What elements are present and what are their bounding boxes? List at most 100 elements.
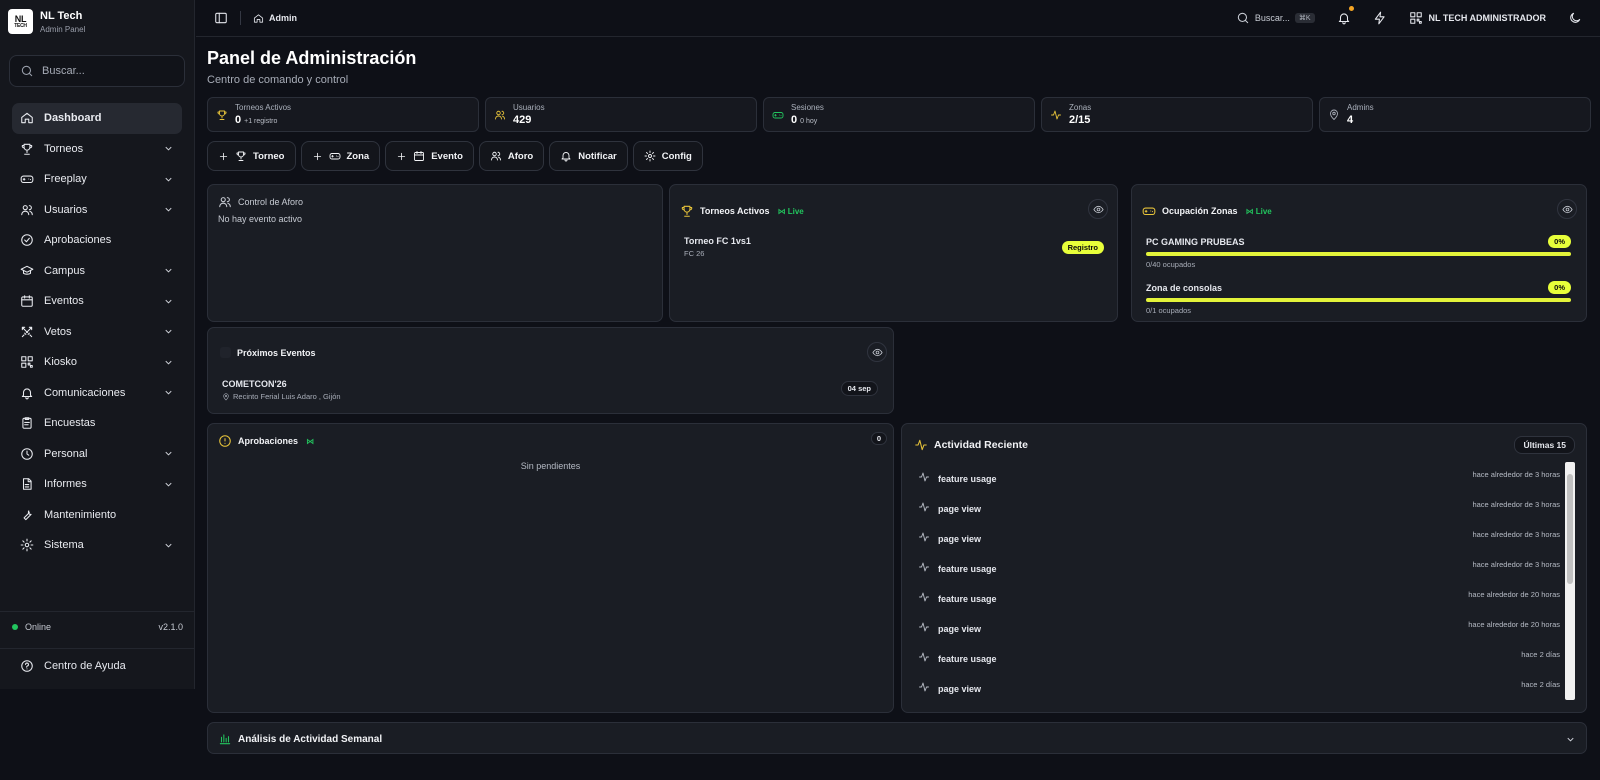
chevron-down-icon[interactable] <box>163 357 174 368</box>
sidebar-item-kiosko[interactable]: Kiosko <box>12 347 182 378</box>
activity-icon <box>919 622 929 632</box>
sidebar-item-label: Eventos <box>44 295 84 308</box>
users-icon <box>219 197 231 208</box>
sidebar-item-usuarios[interactable]: Usuarios <box>12 195 182 226</box>
activity-name: page view <box>938 534 982 544</box>
event-item[interactable]: COMETCON'26 Recinto Ferial Luis Adaro , … <box>222 379 341 401</box>
activity-item[interactable]: feature usage hace alrededor de 3 horas <box>902 462 1586 492</box>
alert-circle-icon <box>219 435 231 447</box>
torneo-item[interactable]: Torneo FC 1vs1 FC 26 <box>684 236 751 258</box>
sidebar-item-eventos[interactable]: Eventos <box>12 286 182 317</box>
quick-actions: Torneo Zona Evento Aforo Notificar Config <box>207 141 703 171</box>
chevron-down-icon[interactable] <box>1565 734 1576 745</box>
bell-icon <box>21 388 33 400</box>
actividad-card: Actividad Reciente Últimas 15 feature us… <box>901 423 1587 713</box>
activity-item[interactable]: page view hace 2 días <box>902 672 1586 702</box>
action-label: Torneo <box>253 150 285 162</box>
sidebar-item-comunicaciones[interactable]: Comunicaciones <box>12 378 182 409</box>
stat-card[interactable]: Sesiones 00 hoy <box>763 97 1035 132</box>
chevron-down-icon[interactable] <box>163 174 174 185</box>
sidebar-item-dashboard[interactable]: Dashboard <box>12 103 182 134</box>
sidebar-search-input[interactable] <box>42 65 162 77</box>
activity-item[interactable]: page view hace alrededor de 20 horas <box>902 612 1586 642</box>
brand[interactable]: NL TECH NL Tech Admin Panel <box>8 9 85 34</box>
status-text: Online <box>25 622 52 632</box>
eventos-title: Próximos Eventos <box>237 347 316 358</box>
chevron-down-icon[interactable] <box>163 204 174 215</box>
chevron-down-icon[interactable] <box>163 540 174 551</box>
clock-icon <box>21 447 33 460</box>
action-torneo-button[interactable]: Torneo <box>207 141 296 171</box>
breadcrumb[interactable]: Admin <box>253 13 297 24</box>
sidebar-item-mantenimiento[interactable]: Mantenimiento <box>12 500 182 531</box>
view-zonas-button[interactable] <box>1557 199 1577 219</box>
activity-item[interactable]: page view hace alrededor de 3 horas <box>902 492 1586 522</box>
sidebar-item-personal[interactable]: Personal <box>12 439 182 470</box>
view-eventos-button[interactable] <box>867 342 887 362</box>
stat-label: Sesiones <box>791 103 824 112</box>
action-label: Aforo <box>507 150 534 162</box>
stat-card[interactable]: Admins 4 <box>1319 97 1591 132</box>
sidebar-item-informes[interactable]: Informes <box>12 469 182 500</box>
map-pin-icon <box>223 392 229 400</box>
help-center-link[interactable]: Centro de Ayuda <box>0 648 195 683</box>
notifications-button[interactable] <box>1337 6 1354 25</box>
analisis-card[interactable]: Análisis de Actividad Semanal <box>207 722 1587 754</box>
zap-icon[interactable] <box>1373 11 1387 25</box>
activity-item[interactable]: feature usage hace alrededor de 3 horas <box>902 552 1586 582</box>
scrollbar-thumb[interactable] <box>1567 474 1573 584</box>
event-location: Recinto Ferial Luis Adaro , Gijón <box>222 392 341 401</box>
activity-item[interactable]: feature usage hace alrededor de 20 horas <box>902 582 1586 612</box>
chevron-down-icon[interactable] <box>163 387 174 398</box>
sidebar-item-campus[interactable]: Campus <box>12 256 182 287</box>
chevron-down-icon[interactable] <box>163 265 174 276</box>
stat-card[interactable]: Torneos Activos 0 +1 registro <box>207 97 479 132</box>
trophy-icon <box>236 151 246 161</box>
chevron-down-icon[interactable] <box>163 143 174 154</box>
chevron-down-icon[interactable] <box>163 326 174 337</box>
zone-percent-badge: 0% <box>1548 281 1571 294</box>
chevron-down-icon[interactable] <box>163 448 174 459</box>
bar-chart-icon <box>219 734 231 745</box>
trophy-icon <box>217 110 227 120</box>
moon-icon[interactable] <box>1568 11 1582 25</box>
zone-item[interactable]: Zona de consolas 0% 0/1 ocupados <box>1146 281 1571 315</box>
sidebar-item-vetos[interactable]: Vetos <box>12 317 182 348</box>
event-date-badge: 04 sep <box>840 381 878 396</box>
action-evento-button[interactable]: Evento <box>385 141 474 171</box>
sidebar-item-encuestas[interactable]: Encuestas <box>12 408 182 439</box>
chevron-down-icon[interactable] <box>163 296 174 307</box>
sidebar-search[interactable] <box>9 55 185 87</box>
stat-value: 429 <box>513 114 532 126</box>
eye-icon <box>1562 205 1572 213</box>
sidebar-item-torneos[interactable]: Torneos <box>12 134 182 165</box>
action-config-button[interactable]: Config <box>632 141 703 171</box>
stat-value: 00 hoy <box>791 114 818 126</box>
activity-item[interactable]: feature usage hace 2 días <box>902 642 1586 672</box>
activity-scrollbar[interactable] <box>1565 462 1575 700</box>
breadcrumb-admin: Admin <box>269 13 297 23</box>
global-search-button[interactable]: Buscar... ⌘K <box>1236 11 1315 25</box>
activity-time: hace alrededor de 20 horas <box>1468 589 1560 599</box>
action-zona-button[interactable]: Zona <box>300 141 381 171</box>
stat-card[interactable]: Zonas 2/15 <box>1041 97 1313 132</box>
view-torneos-button[interactable] <box>1088 199 1108 219</box>
zone-item[interactable]: PC GAMING PRUBEAS 0% 0/40 ocupados <box>1146 235 1571 269</box>
zonas-card: Ocupación Zonas ⋈ Live PC GAMING PRUBEAS… <box>1131 184 1587 322</box>
eventos-card: Próximos Eventos COMETCON'26 Recinto Fer… <box>207 327 894 414</box>
action-notificar-button[interactable]: Notificar <box>549 141 628 171</box>
action-aforo-button[interactable]: Aforo <box>478 141 545 171</box>
chevron-down-icon[interactable] <box>163 479 174 490</box>
topbar: Admin Buscar... ⌘K NL TECH ADMINISTRADOR <box>196 0 1600 37</box>
sidebar-item-aprobaciones[interactable]: Aprobaciones <box>12 225 182 256</box>
activity-name: page view <box>938 684 982 694</box>
zonas-title: Ocupación Zonas <box>1162 206 1238 216</box>
activity-icon <box>919 682 929 692</box>
sidebar-item-freeplay[interactable]: Freeplay <box>12 164 182 195</box>
stat-card[interactable]: Usuarios 429 <box>485 97 757 132</box>
sidebar-toggle-icon[interactable] <box>214 11 228 25</box>
sidebar-item-sistema[interactable]: Sistema <box>12 530 182 561</box>
activity-item[interactable]: page view hace alrededor de 3 horas <box>902 522 1586 552</box>
user-menu[interactable]: NL TECH ADMINISTRADOR <box>1409 11 1546 25</box>
activity-list[interactable]: feature usage hace alrededor de 3 horas p… <box>902 462 1586 702</box>
